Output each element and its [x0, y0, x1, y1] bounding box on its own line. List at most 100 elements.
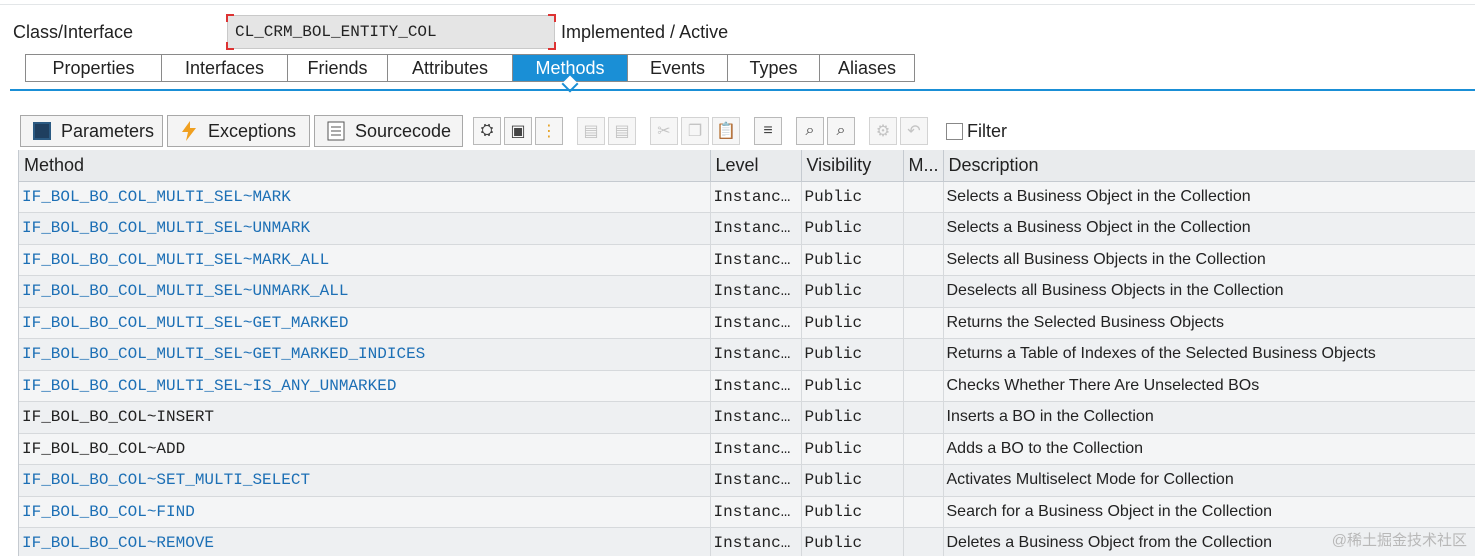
description-cell: Activates Multiselect Mode for Collectio… — [943, 464, 1475, 497]
paste-icon[interactable]: 📋 — [712, 117, 740, 145]
table-row[interactable]: IF_BOL_BO_COL~REMOVE Instanc… Public Delete… — [19, 527, 1475, 556]
table-row[interactable]: IF_BOL_BO_COL~INSERT Instanc… Public Insert… — [19, 401, 1475, 434]
method-cell[interactable]: IF_BOL_BO_COL~REMOVE — [19, 527, 711, 556]
parameters-label: Parameters — [61, 120, 155, 141]
m-cell — [903, 401, 944, 434]
top-border — [0, 0, 1475, 5]
column-header-visibility[interactable]: Visibility — [801, 150, 904, 182]
level-cell: Instanc… — [710, 244, 802, 276]
visibility-cell: Public — [801, 275, 904, 308]
tab-underline — [10, 89, 1475, 91]
visibility-cell: Public — [801, 212, 904, 245]
class-interface-value: CL_CRM_BOL_ENTITY_COL — [235, 23, 437, 41]
method-cell[interactable]: IF_BOL_BO_COL_MULTI_SEL~UNMARK_ALL — [19, 275, 711, 308]
visibility-cell: Public — [801, 496, 904, 528]
tab-properties[interactable]: Properties — [26, 55, 162, 81]
watermark: @稀土掘金技术社区 — [1331, 532, 1467, 549]
parameters-button[interactable]: Parameters — [20, 115, 163, 147]
table-row[interactable]: IF_BOL_BO_COL_MULTI_SEL~UNMARK Instanc… Pu… — [19, 212, 1475, 245]
method-cell[interactable]: IF_BOL_BO_COL_MULTI_SEL~GET_MARKED — [19, 307, 711, 339]
table-row[interactable]: IF_BOL_BO_COL_MULTI_SEL~IS_ANY_UNMARKED I… — [19, 370, 1475, 402]
tab-aliases[interactable]: Aliases — [820, 55, 914, 81]
visibility-cell: Public — [801, 433, 904, 465]
visibility-cell: Public — [801, 527, 904, 556]
sourcecode-label: Sourcecode — [355, 120, 452, 141]
parameters-icon — [31, 120, 53, 142]
m-cell — [903, 307, 944, 339]
detail-view-icon[interactable]: ⛭ — [473, 117, 501, 145]
class-interface-label: Class/Interface — [13, 22, 134, 42]
tab-methods[interactable]: Methods — [513, 55, 628, 81]
hierarchy-icon[interactable]: ⋮ — [535, 117, 563, 145]
m-cell — [903, 275, 944, 308]
visibility-cell: Public — [801, 370, 904, 402]
tab-interfaces[interactable]: Interfaces — [162, 55, 288, 81]
method-cell[interactable]: IF_BOL_BO_COL_MULTI_SEL~MARK — [19, 181, 711, 213]
method-cell[interactable]: IF_BOL_BO_COL_MULTI_SEL~MARK_ALL — [19, 244, 711, 276]
lightning-icon — [178, 120, 200, 142]
table-row[interactable]: IF_BOL_BO_COL_MULTI_SEL~MARK_ALL Instanc…… — [19, 244, 1475, 276]
find-next-icon[interactable]: ⌕ — [827, 117, 855, 145]
m-cell — [903, 527, 944, 556]
exceptions-button[interactable]: Exceptions — [167, 115, 310, 147]
table-row[interactable]: IF_BOL_BO_COL_MULTI_SEL~GET_MARKED_INDIC… — [19, 338, 1475, 371]
level-cell: Instanc… — [710, 275, 802, 308]
column-header-level[interactable]: Level — [710, 150, 802, 182]
filter-toggle[interactable]: Filter — [946, 121, 1007, 142]
description-cell: Selects a Business Object in the Collect… — [943, 212, 1475, 245]
table-row[interactable]: IF_BOL_BO_COL_MULTI_SEL~GET_MARKED Instan… — [19, 307, 1475, 339]
m-cell — [903, 181, 944, 213]
undo-icon[interactable]: ↶ — [900, 117, 928, 145]
method-cell[interactable]: IF_BOL_BO_COL~ADD — [19, 433, 711, 465]
class-interface-field[interactable]: CL_CRM_BOL_ENTITY_COL — [226, 14, 556, 50]
level-cell: Instanc… — [710, 496, 802, 528]
tab-friends[interactable]: Friends — [288, 55, 388, 81]
tab-types[interactable]: Types — [728, 55, 820, 81]
level-cell: Instanc… — [710, 370, 802, 402]
copy-icon[interactable]: ❐ — [681, 117, 709, 145]
m-cell — [903, 496, 944, 528]
copy-window-icon[interactable]: ▣ — [504, 117, 532, 145]
cut-icon[interactable]: ✂ — [650, 117, 678, 145]
tab-attributes[interactable]: Attributes — [388, 55, 513, 81]
method-cell[interactable]: IF_BOL_BO_COL~INSERT — [19, 401, 711, 434]
column-header-description[interactable]: Description — [943, 150, 1475, 182]
level-cell: Instanc… — [710, 212, 802, 245]
sourcecode-button[interactable]: Sourcecode — [314, 115, 463, 147]
description-cell: Returns a Table of Indexes of the Select… — [943, 338, 1475, 371]
document-icon — [325, 120, 347, 142]
table-row[interactable]: IF_BOL_BO_COL~FIND Instanc… Public Search f… — [19, 496, 1475, 528]
visibility-cell: Public — [801, 307, 904, 339]
find-icon[interactable]: ⌕ — [796, 117, 824, 145]
level-cell: Instanc… — [710, 338, 802, 371]
column-header-method[interactable]: Method — [19, 150, 711, 182]
method-cell[interactable]: IF_BOL_BO_COL~SET_MULTI_SELECT — [19, 464, 711, 497]
sort-icon[interactable]: ≡ — [754, 117, 782, 145]
description-cell: Deselects all Business Objects in the Co… — [943, 275, 1475, 308]
delete-row-icon[interactable]: ▤ — [608, 117, 636, 145]
table-row[interactable]: IF_BOL_BO_COL~ADD Instanc… Public Adds a BO… — [19, 433, 1475, 465]
filter-label: Filter — [967, 121, 1007, 141]
column-header-m[interactable]: M... — [903, 150, 944, 182]
description-cell: Search for a Business Object in the Coll… — [943, 496, 1475, 528]
tab-events[interactable]: Events — [628, 55, 728, 81]
insert-row-icon[interactable]: ▤ — [577, 117, 605, 145]
table-row[interactable]: IF_BOL_BO_COL_MULTI_SEL~UNMARK_ALL Instan… — [19, 275, 1475, 308]
method-cell[interactable]: IF_BOL_BO_COL_MULTI_SEL~GET_MARKED_INDIC… — [19, 338, 711, 371]
filter-checkbox[interactable] — [946, 123, 963, 140]
visibility-cell: Public — [801, 181, 904, 213]
method-cell[interactable]: IF_BOL_BO_COL_MULTI_SEL~UNMARK — [19, 212, 711, 245]
description-cell: Returns the Selected Business Objects — [943, 307, 1475, 339]
table-row[interactable]: IF_BOL_BO_COL~SET_MULTI_SELECT Instanc… Pu… — [19, 464, 1475, 497]
table-row[interactable]: IF_BOL_BO_COL_MULTI_SEL~MARK Instanc… Publ… — [19, 181, 1475, 213]
m-cell — [903, 244, 944, 276]
method-cell[interactable]: IF_BOL_BO_COL_MULTI_SEL~IS_ANY_UNMARKED — [19, 370, 711, 402]
settings-icon[interactable]: ⚙ — [869, 117, 897, 145]
level-cell: Instanc… — [710, 433, 802, 465]
description-cell: Inserts a BO in the Collection — [943, 401, 1475, 434]
level-cell: Instanc… — [710, 401, 802, 434]
level-cell: Instanc… — [710, 181, 802, 213]
level-cell: Instanc… — [710, 527, 802, 556]
m-cell — [903, 370, 944, 402]
method-cell[interactable]: IF_BOL_BO_COL~FIND — [19, 496, 711, 528]
